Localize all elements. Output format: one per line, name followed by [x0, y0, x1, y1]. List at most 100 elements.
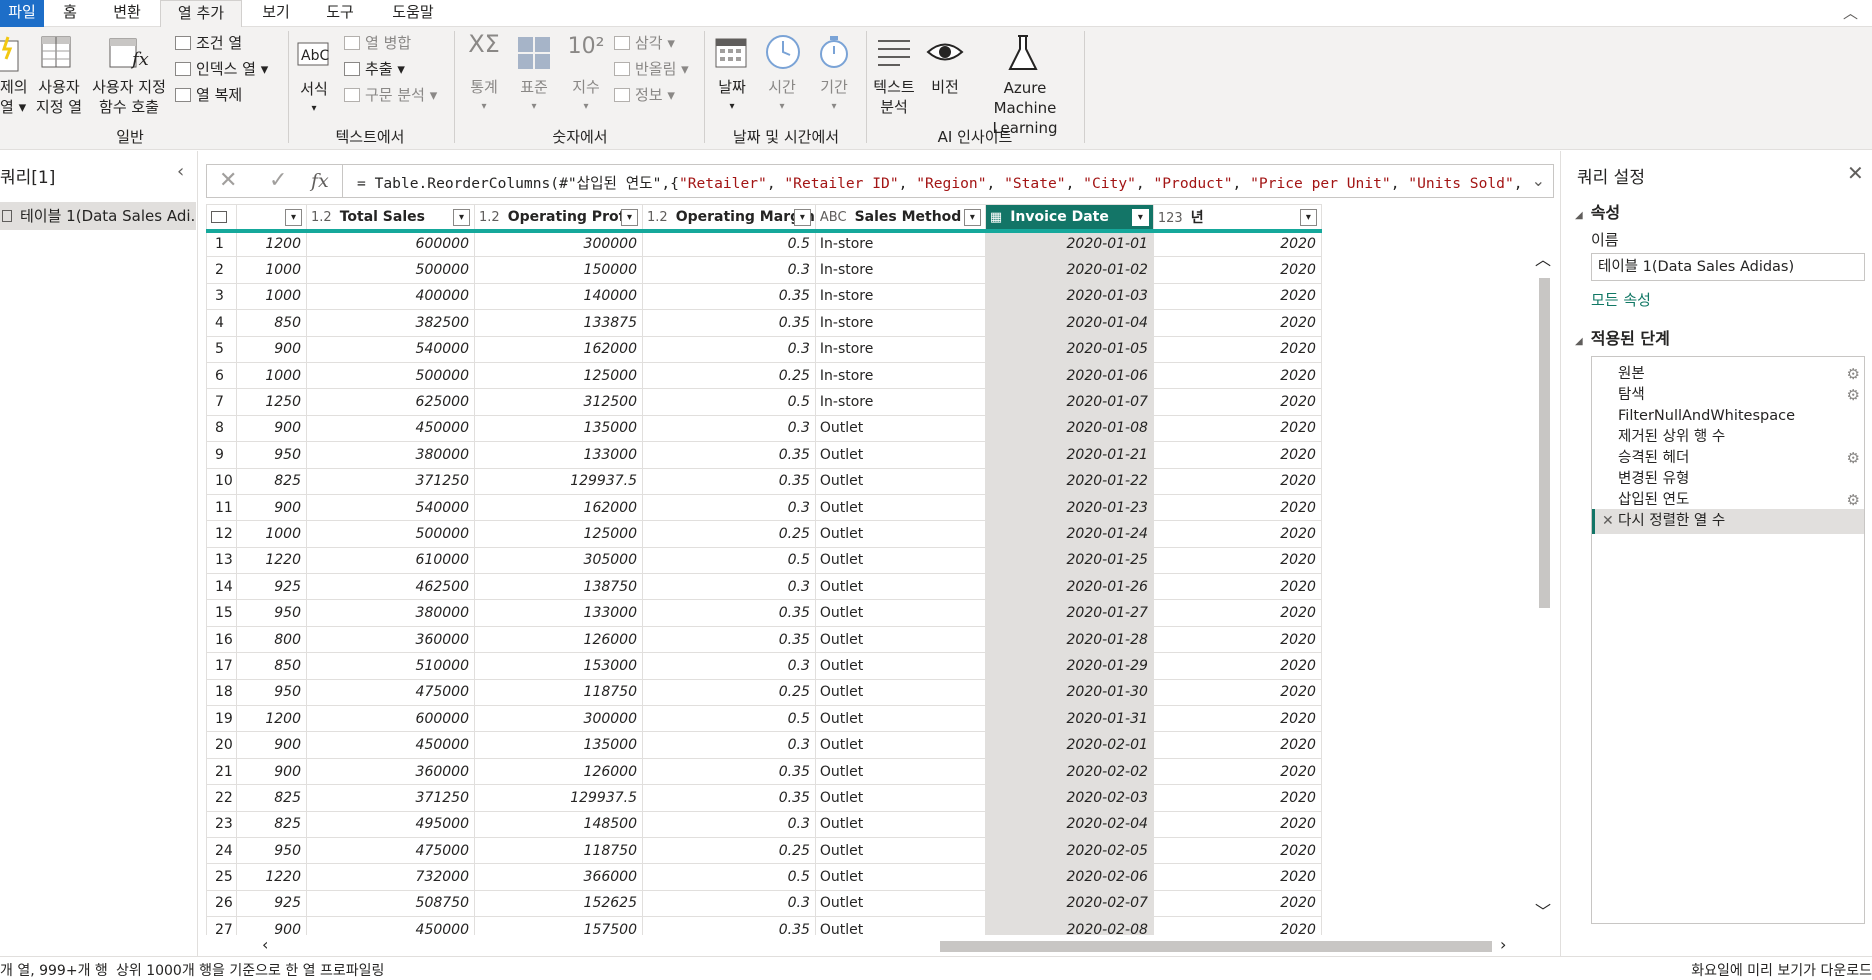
text-analytics-button[interactable]: 텍스트 분석 [868, 77, 920, 117]
table-cell[interactable]: Outlet [814, 810, 986, 838]
table-cell[interactable]: 2020 [1152, 836, 1322, 865]
row-number[interactable]: 13 [206, 546, 237, 575]
table-cell[interactable]: 2020-01-08 [984, 414, 1154, 443]
table-cell[interactable]: 2020 [1152, 599, 1322, 627]
table-cell[interactable]: Outlet [814, 493, 986, 522]
table-cell[interactable]: 382500 [306, 309, 475, 337]
table-cell[interactable]: Outlet [814, 652, 986, 680]
row-number[interactable]: 15 [206, 599, 237, 627]
table-cell[interactable]: 925 [236, 889, 307, 918]
fx-icon[interactable]: fx [311, 170, 329, 192]
standard-button[interactable]: 표준 ▾ [512, 77, 556, 117]
tab-home[interactable]: 홈 [48, 0, 92, 27]
row-number[interactable]: 3 [206, 282, 237, 311]
table-cell[interactable]: Outlet [814, 731, 986, 759]
table-cell[interactable]: 0.3 [642, 335, 816, 363]
custom-column-button[interactable]: 사용자 지정 열 [34, 77, 84, 117]
table-cell[interactable]: In-store [814, 335, 986, 363]
table-cell[interactable]: 152625 [474, 889, 643, 918]
information-button[interactable]: 정보 ▾ [614, 85, 675, 105]
table-cell[interactable]: 475000 [306, 678, 475, 707]
table-cell[interactable]: 133875 [474, 309, 643, 337]
table-cell[interactable]: 0.3 [642, 493, 816, 522]
table-cell[interactable]: 2020 [1152, 414, 1322, 443]
table-cell[interactable]: 950 [236, 599, 307, 627]
table-cell[interactable]: 118750 [474, 678, 643, 707]
table-cell[interactable]: 825 [236, 810, 307, 838]
row-number[interactable]: 1 [206, 229, 237, 258]
table-cell[interactable]: 2020-01-28 [984, 625, 1154, 654]
table-cell[interactable]: Outlet [814, 441, 986, 469]
table-cell[interactable]: 450000 [306, 731, 475, 759]
table-cell[interactable]: 500000 [306, 256, 475, 284]
table-cell[interactable]: 0.3 [642, 889, 816, 918]
table-cell[interactable]: Outlet [814, 836, 986, 865]
table-cell[interactable]: 2020-01-23 [984, 493, 1154, 522]
table-cell[interactable]: 2020 [1152, 678, 1322, 707]
scroll-up-icon[interactable]: ︿ [1535, 246, 1551, 270]
table-cell[interactable]: 0.3 [642, 810, 816, 838]
commit-formula-icon[interactable]: ✓ [269, 168, 287, 193]
table-cell[interactable]: 540000 [306, 493, 475, 522]
table-cell[interactable]: 2020 [1152, 652, 1322, 680]
table-cell[interactable]: 900 [236, 757, 307, 786]
rounding-button[interactable]: 반올림 ▾ [614, 59, 689, 79]
table-cell[interactable]: 1200 [236, 705, 307, 733]
column-header[interactable]: 1.2 Operating Margin ▾ [642, 204, 816, 233]
query-name-input[interactable]: 테이블 1(Data Sales Adidas) [1591, 253, 1865, 281]
table-cell[interactable]: 0.25 [642, 520, 816, 548]
row-number[interactable]: 11 [206, 493, 237, 522]
table-cell[interactable]: 138750 [474, 573, 643, 601]
table-cell[interactable]: 450000 [306, 414, 475, 443]
column-filter-dropdown-icon[interactable]: ▾ [1299, 209, 1317, 226]
table-cell[interactable]: 0.35 [642, 599, 816, 627]
table-cell[interactable]: 125000 [474, 520, 643, 548]
tab-transform[interactable]: 변환 [96, 0, 158, 27]
table-cell[interactable]: Outlet [814, 414, 986, 443]
duplicate-column-button[interactable]: 열 복제 [175, 85, 242, 105]
table-cell[interactable]: 0.5 [642, 229, 816, 258]
column-type-icon[interactable]: ABC [820, 210, 847, 225]
column-type-icon[interactable]: ▦ [990, 210, 1002, 225]
row-number[interactable]: 7 [206, 388, 237, 416]
cancel-formula-icon[interactable]: ✕ [219, 168, 237, 193]
table-cell[interactable]: 0.3 [642, 256, 816, 284]
table-cell[interactable]: 0.3 [642, 414, 816, 443]
table-cell[interactable]: 2020-01-25 [984, 546, 1154, 575]
query-item[interactable]: 테이블 1(Data Sales Adi... [0, 202, 196, 230]
table-cell[interactable]: 2020-01-05 [984, 335, 1154, 363]
table-cell[interactable]: 2020-02-06 [984, 863, 1154, 891]
table-cell[interactable]: Outlet [814, 599, 986, 627]
table-cell[interactable]: Outlet [814, 784, 986, 812]
table-cell[interactable]: 0.35 [642, 625, 816, 654]
table-cell[interactable]: 925 [236, 573, 307, 601]
time-button[interactable]: 시간 ▾ [760, 77, 804, 117]
applied-step[interactable]: ✕ 다시 정렬한 열 수 [1592, 509, 1864, 534]
table-cell[interactable]: 380000 [306, 441, 475, 469]
index-column-button[interactable]: 인덱스 열 ▾ [175, 59, 268, 79]
column-header[interactable]: ABC Sales Method ▾ [814, 204, 986, 233]
table-cell[interactable]: 2020-01-21 [984, 441, 1154, 469]
table-cell[interactable]: 2020 [1152, 388, 1322, 416]
table-cell[interactable]: 2020-02-04 [984, 810, 1154, 838]
table-cell[interactable]: 162000 [474, 335, 643, 363]
table-cell[interactable]: 300000 [474, 229, 643, 258]
table-cell[interactable]: 2020 [1152, 705, 1322, 733]
delete-step-icon[interactable]: ✕ [1602, 509, 1614, 534]
table-cell[interactable]: 2020 [1152, 309, 1322, 337]
table-cell[interactable]: 2020 [1152, 546, 1322, 575]
column-type-icon[interactable]: 1.2 [479, 210, 500, 225]
table-cell[interactable]: 126000 [474, 757, 643, 786]
row-number[interactable]: 5 [206, 335, 237, 363]
expand-formula-icon[interactable]: ⌄ [1532, 171, 1545, 190]
column-type-icon[interactable]: 1.2 [311, 210, 332, 225]
table-cell[interactable]: Outlet [814, 678, 986, 707]
conditional-column-button[interactable]: 조건 열 [175, 33, 242, 53]
table-cell[interactable]: 600000 [306, 229, 475, 258]
table-cell[interactable]: 900 [236, 493, 307, 522]
table-cell[interactable]: 0.5 [642, 863, 816, 891]
table-cell[interactable]: 0.35 [642, 784, 816, 812]
table-cell[interactable]: 462500 [306, 573, 475, 601]
table-cell[interactable]: 0.5 [642, 388, 816, 416]
table-cell[interactable]: 610000 [306, 546, 475, 575]
